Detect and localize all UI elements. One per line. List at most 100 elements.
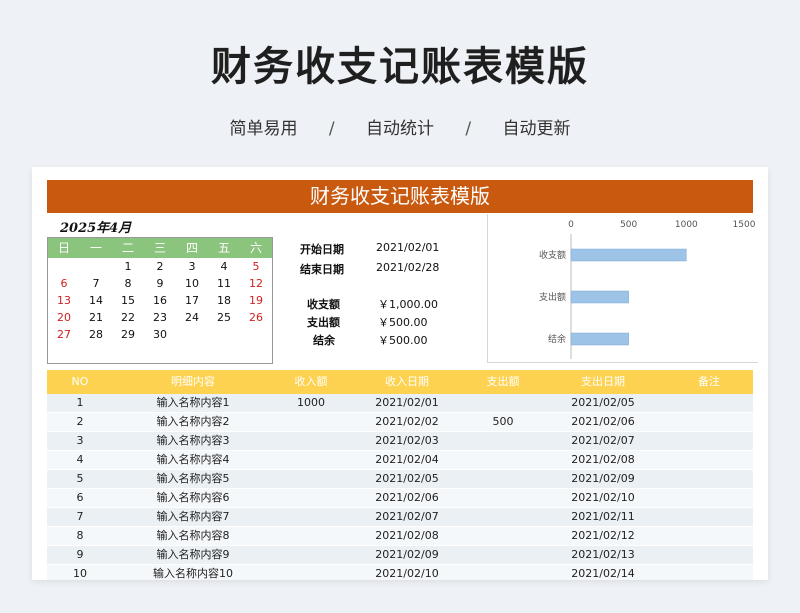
table-cell[interactable]: [273, 413, 349, 431]
feature-item: 自动统计: [366, 119, 434, 139]
table-cell[interactable]: [273, 565, 349, 580]
calendar-day: 15: [121, 294, 135, 307]
calendar-day: 28: [89, 328, 103, 341]
calendar-day: [48, 258, 80, 275]
calendar-day: 4: [220, 260, 228, 273]
table-cell[interactable]: [665, 508, 753, 526]
table-row: 5 输入名称内容5 2021/02/05 2021/02/09: [47, 470, 753, 489]
table-cell[interactable]: [665, 413, 753, 431]
table-cell[interactable]: 2021/02/11: [541, 508, 665, 526]
x-tick-label: 500: [620, 220, 637, 230]
table-cell[interactable]: 输入名称内容10: [113, 565, 273, 580]
table-cell[interactable]: [273, 451, 349, 469]
table-cell[interactable]: 2021/02/02: [349, 413, 465, 431]
table-cell[interactable]: 2021/02/05: [541, 394, 665, 412]
balance-label: 结余: [313, 334, 335, 347]
table-cell[interactable]: 7: [47, 508, 113, 526]
table-cell[interactable]: 2021/02/05: [349, 470, 465, 488]
table-cell[interactable]: [273, 489, 349, 507]
table-cell[interactable]: 9: [47, 546, 113, 564]
calendar-day: 16: [153, 294, 167, 307]
table-cell[interactable]: [465, 394, 541, 412]
table-cell[interactable]: 500: [465, 413, 541, 431]
ledger-table: NO 明细内容 收入额 收入日期 支出额 支出日期 备注 1 输入名称内容1 100…: [47, 370, 753, 580]
table-cell[interactable]: 2021/02/07: [349, 508, 465, 526]
table-row: 9 输入名称内容9 2021/02/09 2021/02/13: [47, 546, 753, 565]
table-cell[interactable]: 输入名称内容7: [113, 508, 273, 526]
table-cell[interactable]: [665, 394, 753, 412]
table-cell[interactable]: 输入名称内容2: [113, 413, 273, 431]
table-cell[interactable]: 2021/02/04: [349, 451, 465, 469]
table-cell[interactable]: 2021/02/06: [541, 413, 665, 431]
table-cell[interactable]: [465, 565, 541, 580]
table-cell[interactable]: 输入名称内容9: [113, 546, 273, 564]
table-cell[interactable]: [273, 508, 349, 526]
table-cell[interactable]: 2021/02/03: [349, 432, 465, 450]
column-header: 明细内容: [171, 375, 215, 388]
end-date-label: 结束日期: [300, 263, 344, 276]
table-cell[interactable]: [665, 451, 753, 469]
table-cell[interactable]: 输入名称内容6: [113, 489, 273, 507]
table-cell[interactable]: 8: [47, 527, 113, 545]
calendar-day: [176, 326, 208, 343]
table-cell[interactable]: [465, 527, 541, 545]
column-header: 支出额: [486, 375, 520, 388]
table-cell[interactable]: 2021/02/13: [541, 546, 665, 564]
table-cell[interactable]: [465, 546, 541, 564]
table-cell[interactable]: 4: [47, 451, 113, 469]
table-cell[interactable]: 2021/02/07: [541, 432, 665, 450]
table-row: 4 输入名称内容4 2021/02/04 2021/02/08: [47, 451, 753, 470]
table-cell[interactable]: [465, 508, 541, 526]
column-header: 支出日期: [581, 375, 625, 388]
table-cell[interactable]: [273, 432, 349, 450]
table-cell[interactable]: 输入名称内容5: [113, 470, 273, 488]
start-date-label: 开始日期: [300, 243, 344, 256]
calendar-days: 1 2 3 4 5 6 7 8 9 10 11 12 13 14 15 16 17 18 19 20 21 22 23 24 2…: [48, 258, 272, 343]
table-cell[interactable]: [465, 470, 541, 488]
table-cell[interactable]: 2021/02/08: [541, 451, 665, 469]
table-cell[interactable]: [665, 546, 753, 564]
table-cell[interactable]: 5: [47, 470, 113, 488]
table-cell[interactable]: 10: [47, 565, 113, 580]
table-cell[interactable]: [465, 451, 541, 469]
table-cell[interactable]: 1: [47, 394, 113, 412]
table-cell[interactable]: 2021/02/06: [349, 489, 465, 507]
table-cell[interactable]: [665, 565, 753, 580]
table-cell[interactable]: 输入名称内容3: [113, 432, 273, 450]
table-cell[interactable]: [273, 470, 349, 488]
table-cell[interactable]: [273, 546, 349, 564]
table-cell[interactable]: 2021/02/08: [349, 527, 465, 545]
table-cell[interactable]: 2021/02/12: [541, 527, 665, 545]
calendar-day: 19: [249, 294, 263, 307]
table-cell[interactable]: 输入名称内容1: [113, 394, 273, 412]
calendar-week: 6 7 8 9 10 11 12: [48, 275, 272, 292]
table-cell[interactable]: [665, 489, 753, 507]
table-cell[interactable]: 2021/02/09: [349, 546, 465, 564]
separator: /: [465, 119, 472, 139]
table-cell[interactable]: 2021/02/09: [541, 470, 665, 488]
table-cell[interactable]: 2021/02/01: [349, 394, 465, 412]
category-label: 结余: [548, 333, 566, 345]
table-cell[interactable]: [665, 527, 753, 545]
table-cell[interactable]: 1000: [273, 394, 349, 412]
bar: [570, 248, 687, 262]
table-row: 3 输入名称内容3 2021/02/03 2021/02/07: [47, 432, 753, 451]
calendar-week: 1 2 3 4 5: [48, 258, 272, 275]
column-header: NO: [71, 375, 89, 388]
calendar-week: 20 21 22 23 24 25 26: [48, 309, 272, 326]
table-cell[interactable]: [465, 432, 541, 450]
table-cell[interactable]: 3: [47, 432, 113, 450]
table-cell[interactable]: 2021/02/10: [541, 489, 665, 507]
table-cell[interactable]: [273, 527, 349, 545]
table-cell[interactable]: 2021/02/10: [349, 565, 465, 580]
table-cell[interactable]: 6: [47, 489, 113, 507]
table-cell[interactable]: 输入名称内容8: [113, 527, 273, 545]
calendar-day: 12: [249, 277, 263, 290]
column-header: 收入日期: [385, 375, 429, 388]
table-cell[interactable]: [665, 432, 753, 450]
table-cell[interactable]: [465, 489, 541, 507]
table-cell[interactable]: 输入名称内容4: [113, 451, 273, 469]
table-cell[interactable]: 2: [47, 413, 113, 431]
table-cell[interactable]: 2021/02/14: [541, 565, 665, 580]
table-cell[interactable]: [665, 470, 753, 488]
